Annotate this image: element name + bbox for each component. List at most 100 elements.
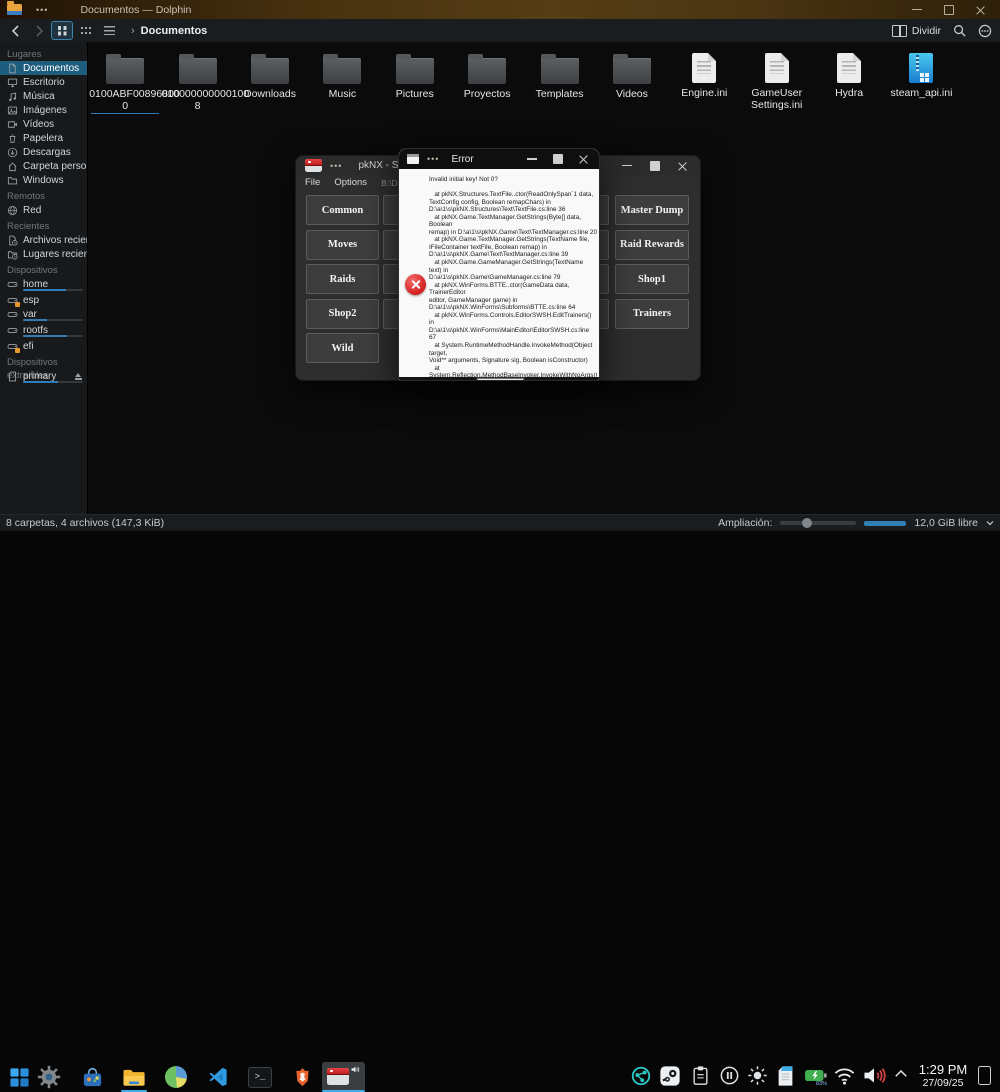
video-icon	[7, 119, 18, 130]
maximize-button[interactable]	[650, 161, 660, 171]
pause-tray-icon[interactable]	[719, 1065, 740, 1086]
wifi-tray-icon[interactable]	[833, 1065, 856, 1086]
battery-tray-icon[interactable]: 83%	[804, 1065, 828, 1087]
vscode-button[interactable]	[205, 1065, 231, 1089]
file-item[interactable]: Engine.ini	[668, 48, 740, 114]
status-summary: 8 carpetas, 4 archivos (147,3 KiB)	[6, 517, 164, 529]
accept-button[interactable]: Aceptar	[477, 378, 524, 381]
sidebar-item-musica[interactable]: Música	[0, 89, 87, 103]
disk-usage-button[interactable]	[163, 1065, 189, 1089]
sidebar-item-carpeta-personal[interactable]: Carpeta personal	[0, 159, 87, 173]
close-button[interactable]	[976, 5, 986, 15]
sidebar-item-esp[interactable]: esp	[0, 293, 87, 307]
error-titlebar[interactable]: ••• Error	[399, 149, 599, 169]
dolphin-titlebar[interactable]: ••• Documentos — Dolphin	[0, 0, 1000, 19]
brave-button[interactable]	[289, 1065, 315, 1089]
close-button[interactable]	[579, 154, 589, 164]
volume-tray-icon[interactable]	[862, 1065, 887, 1086]
file-item[interactable]: 0100ABF00896800 0	[89, 48, 161, 114]
discover-button[interactable]	[79, 1065, 105, 1089]
forward-button[interactable]	[30, 22, 48, 40]
app-launcher-button[interactable]	[6, 1065, 32, 1089]
details-view-button[interactable]	[99, 22, 119, 39]
eject-icon[interactable]	[75, 373, 82, 380]
zoom-slider[interactable]	[780, 521, 856, 525]
minimize-button[interactable]	[912, 9, 922, 10]
menu-options[interactable]: Options	[334, 177, 367, 188]
file-item[interactable]: Downloads	[234, 48, 306, 114]
file-icon	[251, 58, 289, 84]
file-item[interactable]: Music	[306, 48, 378, 114]
hamburger-dots-icon[interactable]: •••	[36, 5, 48, 15]
sidebar-item-efi[interactable]: efi	[0, 339, 87, 353]
sidebar-item-red[interactable]: Red	[0, 203, 87, 217]
file-label: GameUser Settings.ini	[751, 88, 802, 111]
search-button[interactable]	[953, 24, 966, 37]
file-item[interactable]: Pictures	[379, 48, 451, 114]
compact-view-button[interactable]	[76, 22, 96, 39]
file-item[interactable]: Videos	[596, 48, 668, 114]
close-button[interactable]	[678, 161, 688, 171]
sidebar-item-documentos[interactable]: Documentos	[0, 61, 87, 75]
shop1-button[interactable]: Shop1	[615, 264, 689, 294]
icons-view-button[interactable]	[51, 21, 73, 40]
wild-button[interactable]: Wild	[306, 333, 379, 363]
maximize-button[interactable]	[944, 5, 954, 15]
settings-button[interactable]	[36, 1065, 62, 1089]
hamburger-dots-icon[interactable]: •••	[427, 154, 439, 164]
pknx-taskbar-button[interactable]	[322, 1062, 365, 1091]
error-icon	[405, 274, 426, 295]
maximize-button[interactable]	[553, 154, 563, 164]
raid-rewards-button[interactable]: Raid Rewards	[615, 230, 689, 260]
pknx-app-icon	[305, 159, 322, 172]
file-item[interactable]: GameUser Settings.ini	[741, 48, 813, 114]
sidebar-item-imagenes[interactable]: Imágenes	[0, 103, 87, 117]
sidebar-item-escritorio[interactable]: Escritorio	[0, 75, 87, 89]
sidebar-item-descargas[interactable]: Descargas	[0, 145, 87, 159]
master-dump-button[interactable]: Master Dump	[615, 195, 689, 225]
minimize-button[interactable]	[527, 158, 537, 159]
sidebar-item-videos[interactable]: Vídeos	[0, 117, 87, 131]
back-button[interactable]	[6, 22, 24, 40]
sidebar-item-papelera[interactable]: Papelera	[0, 131, 87, 145]
shop2-button[interactable]: Shop2	[306, 299, 379, 329]
hamburger-dots-icon[interactable]: •••	[330, 161, 342, 171]
chevron-down-icon[interactable]	[986, 519, 994, 527]
breadcrumb-folder[interactable]: Documentos	[141, 25, 208, 37]
dolphin-taskbar-button[interactable]	[121, 1065, 147, 1089]
raids-button[interactable]: Raids	[306, 264, 379, 294]
file-icon	[541, 58, 579, 84]
sd-card-tray-icon[interactable]	[777, 1065, 794, 1087]
show-desktop-button[interactable]	[978, 1066, 991, 1085]
sidebar-item-windows[interactable]: Windows	[0, 173, 87, 187]
moves-button[interactable]: Moves	[306, 230, 379, 260]
tray-expander-button[interactable]	[892, 1065, 910, 1083]
brightness-tray-icon[interactable]	[747, 1065, 768, 1086]
menu-file[interactable]: File	[305, 177, 320, 188]
breadcrumb[interactable]: › Documentos	[131, 25, 207, 37]
chevron-up-icon	[892, 1065, 910, 1083]
file-item[interactable]: Templates	[523, 48, 595, 114]
trainers-button[interactable]: Trainers	[615, 299, 689, 329]
minimize-button[interactable]	[622, 165, 632, 166]
audio-playing-icon	[351, 1065, 360, 1074]
sidebar-item-primary[interactable]: primary	[0, 369, 87, 383]
file-item[interactable]: Proyectos	[451, 48, 523, 114]
common-button[interactable]: Common	[306, 195, 379, 225]
file-item[interactable]: 010000000000100 8	[161, 48, 233, 114]
steam-tray-icon[interactable]	[659, 1065, 681, 1087]
discover-bag-icon	[81, 1066, 104, 1089]
file-item[interactable]: steam_api.ini	[885, 48, 957, 114]
file-item[interactable]: Hydra	[813, 48, 885, 114]
sidebar-item-lugares-recientes[interactable]: Lugares recientes	[0, 247, 87, 261]
clipboard-tray-icon[interactable]	[691, 1065, 710, 1086]
syncthing-tray-icon[interactable]	[630, 1065, 652, 1087]
trash-icon	[7, 133, 18, 144]
clock-widget[interactable]: 1:29 PM 27/09/25	[912, 1062, 974, 1089]
window-icon	[407, 154, 419, 164]
zoom-slider-handle[interactable]	[802, 518, 812, 528]
overflow-menu-button[interactable]	[978, 24, 992, 38]
terminal-button[interactable]: >_	[247, 1065, 273, 1089]
split-button[interactable]: Dividir	[892, 25, 941, 37]
sidebar-item-archivos-recientes[interactable]: Archivos recientes	[0, 233, 87, 247]
